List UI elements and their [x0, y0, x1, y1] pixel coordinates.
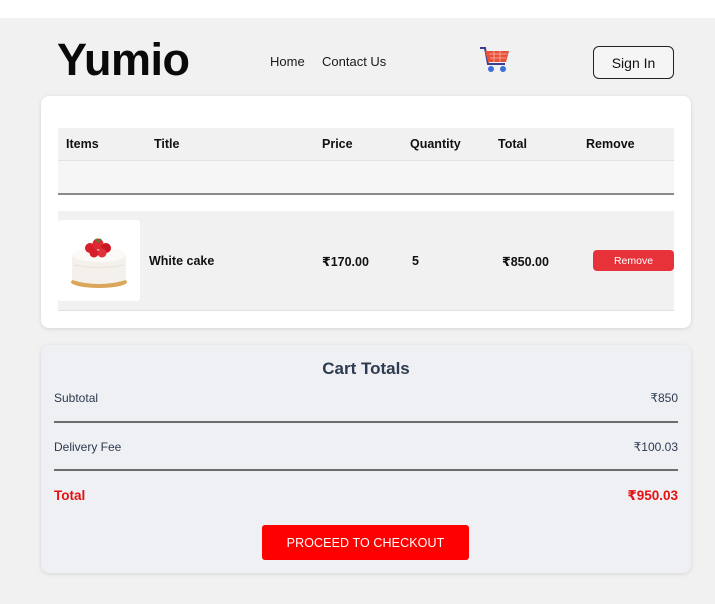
sign-in-button[interactable]: Sign In: [593, 46, 674, 79]
top-bar: [0, 0, 715, 18]
totals-divider: [54, 469, 678, 471]
proceed-to-checkout-button[interactable]: PROCEED TO CHECKOUT: [262, 525, 469, 560]
subtotal-value: ₹850: [650, 391, 678, 405]
item-total: ₹850.00: [502, 255, 549, 269]
header-quantity: Quantity: [410, 137, 461, 151]
site-logo[interactable]: Yumio: [57, 34, 190, 86]
header-price: Price: [322, 137, 353, 151]
table-row: White cake ₹170.00 5 ₹850.00 Remove: [58, 211, 674, 311]
white-cake-image: [58, 220, 140, 301]
table-divider: [58, 193, 674, 195]
item-quantity: 5: [412, 254, 419, 268]
header-total: Total: [498, 137, 527, 151]
nav-home-link[interactable]: Home: [270, 54, 305, 69]
remove-item-button[interactable]: Remove: [593, 250, 674, 271]
totals-divider: [54, 421, 678, 423]
item-price: ₹170.00: [322, 255, 369, 269]
total-label: Total: [54, 488, 86, 503]
total-value: ₹950.03: [627, 488, 678, 503]
delivery-fee-value: ₹100.03: [633, 440, 678, 454]
table-spacer-row: [58, 161, 674, 193]
item-title: White cake: [149, 254, 215, 268]
header-remove: Remove: [586, 137, 635, 151]
cart-totals-card: Cart Totals Subtotal ₹850 Delivery Fee ₹…: [41, 345, 691, 573]
shopping-cart-icon[interactable]: [479, 44, 511, 74]
header-items: Items: [66, 137, 99, 151]
nav-contact-link[interactable]: Contact Us: [322, 54, 386, 69]
cart-items-card: Items Title Price Quantity Total Remove …: [41, 96, 691, 328]
header-title: Title: [154, 137, 180, 151]
cart-table-header: Items Title Price Quantity Total Remove: [58, 128, 674, 161]
cart-totals-title: Cart Totals: [322, 359, 410, 378]
subtotal-label: Subtotal: [54, 391, 99, 405]
delivery-fee-label: Delivery Fee: [54, 440, 122, 454]
